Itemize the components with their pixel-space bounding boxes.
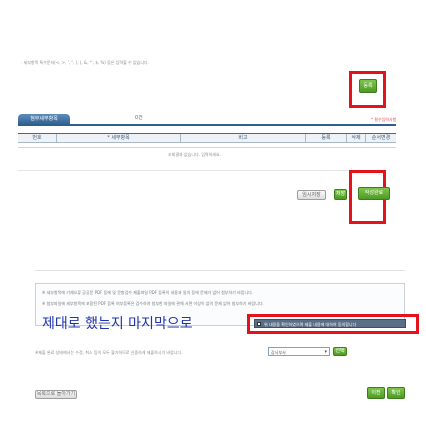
header-register: 등록: [321, 135, 331, 141]
header-order: 순서변경: [371, 135, 391, 141]
select-button[interactable]: 선택: [333, 347, 347, 356]
count-label: 0건: [135, 115, 143, 121]
temp-save-button[interactable]: 임시저장: [297, 190, 326, 200]
top-note: · 세부항목 특수문자(<, >, ', ", (, ), &, ^, $, %…: [21, 60, 149, 65]
section-divider: [18, 170, 348, 171]
table-header: 번호 * 세부항목 비고 등록 삭제 순서변경: [18, 133, 396, 143]
empty-message: 조회결과 없습니다. 입력하세요.: [168, 152, 221, 157]
checkbox-icon[interactable]: [257, 322, 261, 326]
bottom-button-1[interactable]: 이전: [367, 387, 385, 399]
header-delete: 삭제: [351, 135, 361, 141]
required-note: * 필수입력사항: [371, 117, 397, 122]
header-note: 비고: [238, 135, 248, 141]
agreement-text: 위 내용을 확인하였으며 제출 내용에 대하여 동의합니다: [264, 322, 357, 327]
notice-line-2: ※ 첨부파일에 세부항목에 포함된 PDF 등록 여부등록은 검수하여 첨부한 …: [42, 301, 264, 306]
agreement-row[interactable]: 위 내용을 확인하였으며 제출 내용에 대하여 동의합니다: [254, 319, 406, 328]
header-number: 번호: [32, 135, 42, 141]
handwritten-note: 제대로 했는지 마지막으로: [42, 316, 193, 332]
header-item: * 세부항목: [107, 135, 130, 141]
list-button[interactable]: 목록으로 돌아가기: [35, 390, 77, 399]
green-button[interactable]: 저장: [334, 189, 347, 200]
department-select[interactable]: 감사부서 ▾: [268, 347, 330, 356]
complete-button[interactable]: 작성완료: [358, 187, 390, 200]
select-value: 감사부서: [271, 350, 286, 355]
notice-line-1: ※ 세부항목에 기재오류 공공문 PDF 등에 및 문항검수 제출파일 PDF …: [42, 290, 254, 295]
table-row-divider: [18, 147, 396, 148]
save-button[interactable]: 등록: [359, 79, 377, 93]
tab-underline: [18, 124, 396, 126]
chevron-down-icon: ▾: [324, 349, 327, 355]
bottom-note: ※제출 완료 상태에서는 수정, 취소 등이 모두 불가하므로 신중하게 제출하…: [35, 350, 183, 355]
panel-top-rule: [35, 270, 405, 271]
bottom-button-2[interactable]: 확인: [387, 387, 405, 399]
